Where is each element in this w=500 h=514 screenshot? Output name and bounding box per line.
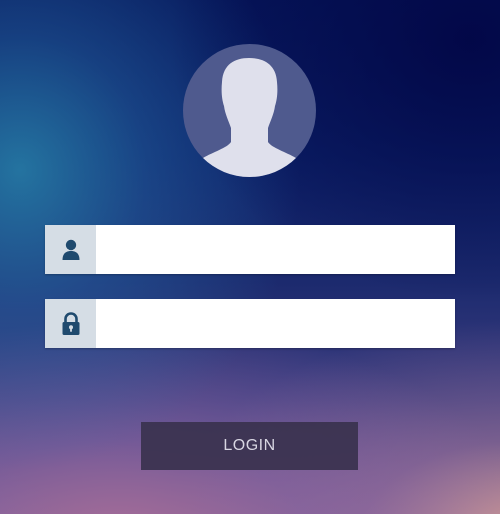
avatar (183, 44, 316, 177)
user-icon (62, 239, 79, 260)
username-field (45, 225, 455, 274)
username-icon-box (45, 225, 96, 274)
password-icon-box (45, 299, 96, 348)
login-button[interactable]: LOGIN (141, 422, 358, 470)
username-input[interactable] (96, 225, 455, 274)
user-silhouette-icon (191, 58, 308, 177)
password-input[interactable] (96, 299, 455, 348)
lock-icon (62, 311, 79, 335)
password-field (45, 299, 455, 348)
